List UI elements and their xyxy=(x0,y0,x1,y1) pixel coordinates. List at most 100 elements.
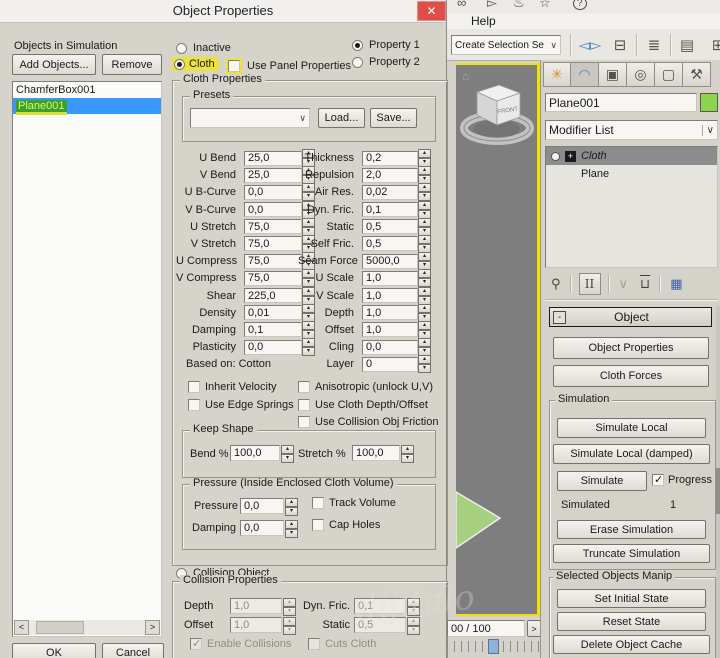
object-properties-button[interactable]: Object Properties xyxy=(553,337,709,359)
property-value-field[interactable]: 0,0 xyxy=(244,340,302,355)
simulate-button[interactable]: Simulate xyxy=(557,471,647,491)
inactive-radio[interactable]: Inactive xyxy=(176,42,231,54)
spinner[interactable]: ▴▾ xyxy=(418,218,431,236)
property-value-field[interactable]: 75,0 xyxy=(244,236,302,251)
spinner[interactable]: ▴▾ xyxy=(418,287,431,305)
spinner[interactable]: ▴▾ xyxy=(418,183,431,201)
remove-button[interactable]: Remove xyxy=(102,54,162,75)
spinner[interactable]: ▴▾ xyxy=(418,201,431,219)
save-button[interactable]: Save... xyxy=(370,108,417,128)
hierarchy-tab[interactable]: ▣ xyxy=(599,62,627,87)
progress-checkbox[interactable]: Progress xyxy=(652,474,712,486)
load-button[interactable]: Load... xyxy=(318,108,365,128)
use-cloth-depth-offset-checkbox[interactable]: Use Cloth Depth/Offset xyxy=(298,396,438,414)
selection-set-combo[interactable]: Create Selection Se ∨ xyxy=(451,35,561,55)
erase-simulation-button[interactable]: Erase Simulation xyxy=(557,520,706,539)
property-value-field[interactable]: 0,1 xyxy=(362,202,418,217)
list-item[interactable]: ChamferBox001 xyxy=(13,82,161,98)
property-value-field[interactable]: 0,01 xyxy=(244,305,302,320)
spinner[interactable]: ▴▾ xyxy=(418,252,431,270)
delete-object-cache-button[interactable]: Delete Object Cache xyxy=(553,635,710,654)
star-icon[interactable]: ☆ xyxy=(539,0,551,11)
property-value-field[interactable]: 0,0 xyxy=(362,340,418,355)
mirror-icon[interactable]: ◅▻ xyxy=(577,32,603,58)
spinner[interactable]: ▴▾ xyxy=(418,321,431,339)
property-value-field[interactable]: 1,0 xyxy=(362,305,418,320)
reset-state-button[interactable]: Reset State xyxy=(557,612,706,631)
cancel-button[interactable]: Cancel xyxy=(102,643,164,658)
pin-stack-icon[interactable]: ⚲ xyxy=(551,276,561,292)
property-value-field[interactable]: 0,02 xyxy=(362,185,418,200)
property-value-field[interactable]: 75,0 xyxy=(244,271,302,286)
visibility-bulb-icon[interactable] xyxy=(551,152,560,161)
use-edge-springs-checkbox[interactable]: Use Edge Springs xyxy=(188,396,294,414)
anisotropic-unlock-u-v--checkbox[interactable]: Anisotropic (unlock U,V) xyxy=(298,378,438,396)
property-value-field[interactable]: 0,0 xyxy=(244,202,302,217)
spinner[interactable]: ▴▾ xyxy=(418,304,431,322)
remove-modifier-icon[interactable]: ⊔ xyxy=(640,276,650,292)
pressure-damping-spinner[interactable]: ▴▾ xyxy=(285,520,298,536)
spinner[interactable]: ▴▾ xyxy=(418,149,431,167)
simulate-local-button[interactable]: Simulate Local xyxy=(557,418,706,438)
property-value-field[interactable]: 25,0 xyxy=(244,151,302,166)
property-value-field[interactable]: 5000,0 xyxy=(362,254,418,269)
time-slider-thumb[interactable] xyxy=(488,639,499,654)
teapot-icon[interactable]: ♨ xyxy=(513,0,525,11)
list-item[interactable]: Plane001 xyxy=(13,98,161,114)
ok-button[interactable]: OK xyxy=(12,643,96,658)
spinner[interactable]: ▴▾ xyxy=(418,235,431,253)
property-value-field[interactable]: 75,0 xyxy=(244,219,302,234)
objects-list[interactable]: ChamferBox001Plane001 < > xyxy=(12,81,162,637)
horizontal-scrollbar[interactable]: < > xyxy=(14,620,160,635)
spinner[interactable]: ▴▾ xyxy=(418,338,431,356)
cloth-forces-button[interactable]: Cloth Forces xyxy=(553,365,709,387)
close-button[interactable]: ✕ xyxy=(417,1,446,21)
pressure-field[interactable]: 0,0 xyxy=(240,498,284,514)
pressure-spinner[interactable]: ▴▾ xyxy=(285,498,298,514)
align-icon[interactable]: ⊟ xyxy=(607,32,633,58)
panel-scrollbar-thumb[interactable] xyxy=(716,468,720,514)
property2-radio[interactable]: Property 2 xyxy=(352,56,420,68)
scroll-right-arrow[interactable]: > xyxy=(145,620,160,635)
property-value-field[interactable]: 1,0 xyxy=(362,271,418,286)
utilities-tab[interactable]: ⚒ xyxy=(683,62,711,87)
property-value-field[interactable]: 0 xyxy=(362,357,418,372)
stretch-percent-field[interactable]: 100,0 xyxy=(352,445,400,461)
cap-holes-checkbox[interactable]: Cap Holes xyxy=(312,519,380,531)
select-cursor-icon[interactable]: ▻ xyxy=(487,0,497,11)
scrollbar-thumb[interactable] xyxy=(36,621,84,634)
pressure-damping-field[interactable]: 0,0 xyxy=(240,520,284,536)
spinner[interactable]: ▴▾ xyxy=(418,269,431,287)
bend-percent-spinner[interactable]: ▴▾ xyxy=(281,445,294,461)
property-value-field[interactable]: 1,0 xyxy=(362,288,418,303)
set-initial-state-button[interactable]: Set Initial State xyxy=(557,589,706,608)
help-circle-icon[interactable]: ? xyxy=(573,0,587,10)
stretch-percent-spinner[interactable]: ▴▾ xyxy=(401,445,414,461)
modifier-stack-row[interactable]: +Cloth xyxy=(546,147,717,165)
viewcube[interactable]: FRONT xyxy=(460,80,534,150)
property-value-field[interactable]: 75,0 xyxy=(244,254,302,269)
track-volume-checkbox[interactable]: Track Volume xyxy=(312,497,396,509)
cloth-radio[interactable]: Cloth xyxy=(172,57,219,71)
motion-tab[interactable]: ◎ xyxy=(627,62,655,87)
property-value-field[interactable]: 225,0 xyxy=(244,288,302,303)
modifier-stack-row[interactable]: Plane xyxy=(546,165,717,183)
modifier-list-dropdown[interactable]: Modifier List ∨ xyxy=(545,120,718,140)
property-value-field[interactable]: 25,0 xyxy=(244,168,302,183)
property1-radio[interactable]: Property 1 xyxy=(352,39,420,51)
property-value-field[interactable]: 0,0 xyxy=(244,185,302,200)
dialog-titlebar[interactable]: Object Properties xyxy=(0,0,446,23)
display-tab[interactable]: ▢ xyxy=(655,62,683,87)
simulate-local-damped-button[interactable]: Simulate Local (damped) xyxy=(553,444,710,464)
curve-editor-icon[interactable]: ▤ xyxy=(674,32,700,58)
object-color-swatch[interactable] xyxy=(700,93,718,112)
create-tab[interactable]: ✳ xyxy=(543,62,571,87)
show-end-result-icon[interactable]: II xyxy=(579,273,601,295)
property-value-field[interactable]: 0,2 xyxy=(362,151,418,166)
spinner[interactable]: ▴▾ xyxy=(418,355,431,373)
object-rollout-header[interactable]: - Object xyxy=(549,307,712,327)
property-value-field[interactable]: 0,1 xyxy=(244,322,302,337)
presets-dropdown[interactable]: ∨ xyxy=(190,108,310,128)
configure-modifier-sets-icon[interactable]: ▦ xyxy=(670,276,682,292)
next-frame-button[interactable]: > xyxy=(527,620,541,637)
